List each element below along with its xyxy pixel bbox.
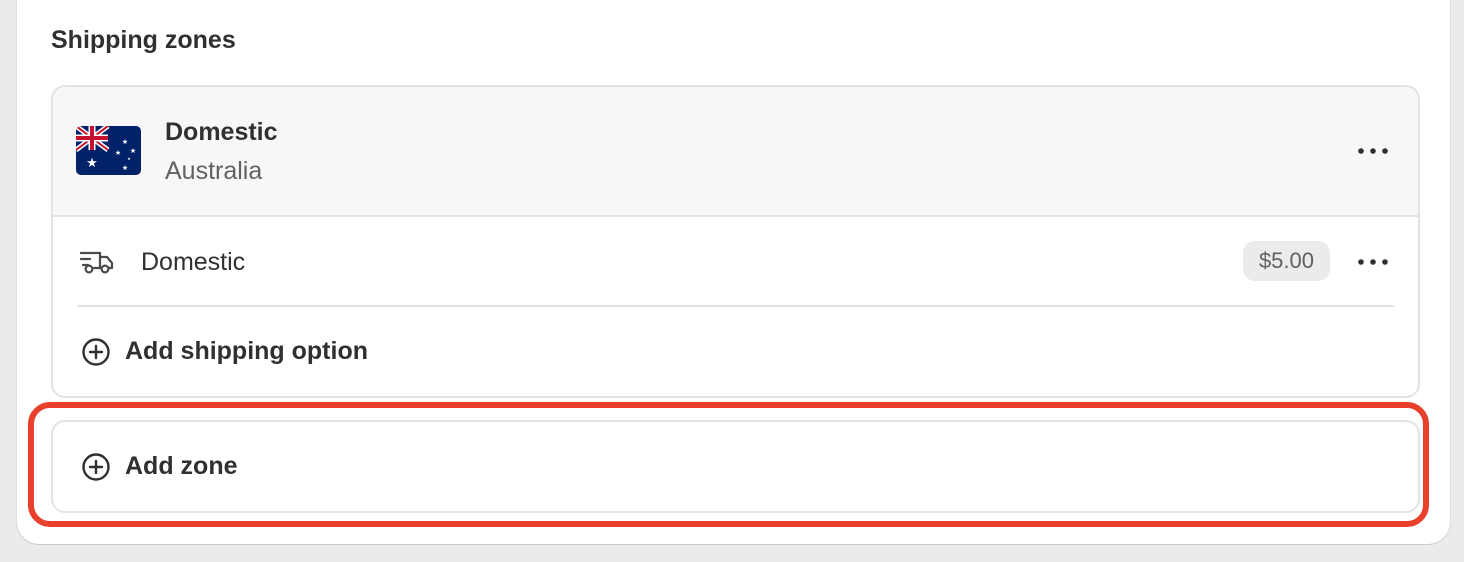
rate-price-badge: $5.00 — [1242, 241, 1330, 281]
zone-name: Domestic — [165, 118, 278, 146]
add-zone-label: Add zone — [125, 452, 238, 480]
australia-flag-icon: ★ ★ ★ ★ ★ ★ — [76, 126, 141, 175]
rate-more-actions-button[interactable] — [1353, 247, 1393, 277]
add-zone-button[interactable]: Add zone — [51, 420, 1420, 513]
svg-text:★: ★ — [122, 138, 128, 146]
add-shipping-option-button[interactable]: Add shipping option — [53, 307, 1418, 394]
zone-more-actions-button[interactable] — [1353, 136, 1393, 166]
shipping-rate-row[interactable]: Domestic $5.00 — [53, 217, 1418, 305]
section-title: Shipping zones — [51, 26, 236, 54]
rate-name: Domestic — [141, 248, 246, 276]
plus-circle-icon — [82, 338, 110, 366]
svg-text:★: ★ — [127, 156, 131, 161]
svg-text:★: ★ — [130, 147, 136, 155]
zone-country: Australia — [165, 157, 263, 185]
svg-text:★: ★ — [86, 156, 98, 171]
ellipsis-icon — [1358, 259, 1388, 265]
add-shipping-option-label: Add shipping option — [125, 337, 368, 365]
shipping-zone: ★ ★ ★ ★ ★ ★ Domestic Australia Domestic — [51, 85, 1420, 398]
ellipsis-icon — [1358, 148, 1388, 154]
svg-text:★: ★ — [115, 149, 121, 157]
plus-circle-icon — [82, 453, 110, 481]
delivery-truck-icon — [80, 251, 114, 274]
svg-text:★: ★ — [122, 164, 128, 172]
zone-header: ★ ★ ★ ★ ★ ★ Domestic Australia — [53, 87, 1418, 217]
